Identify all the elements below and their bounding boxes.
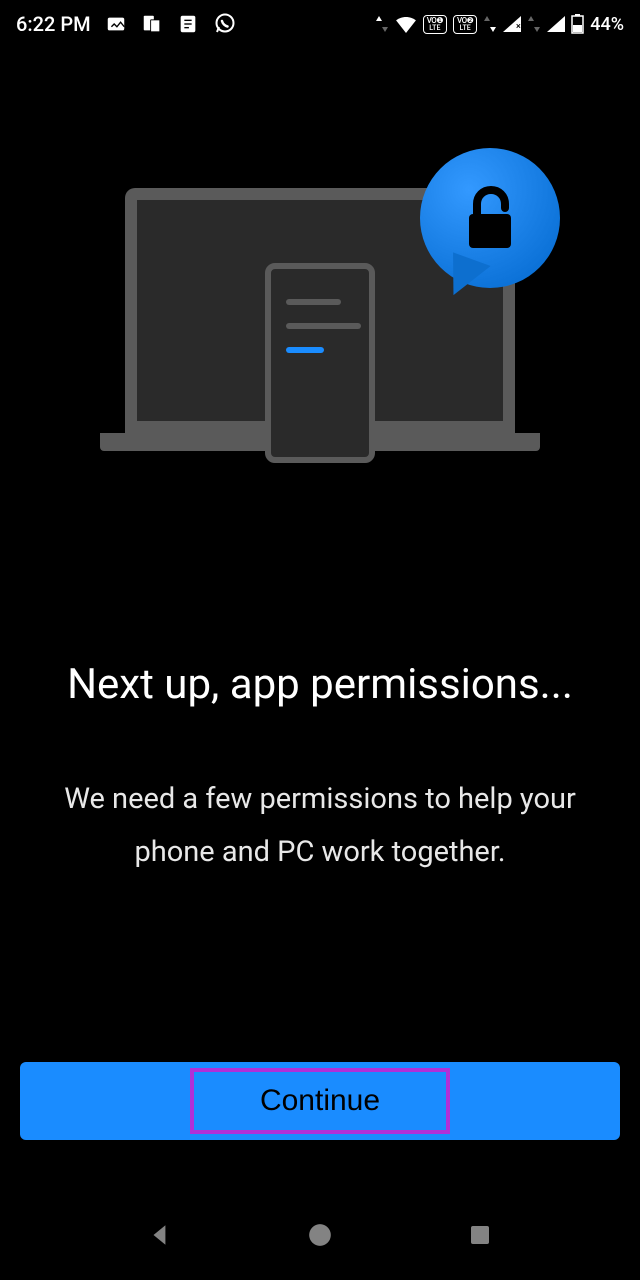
svg-text:×: × (516, 22, 521, 32)
continue-button-label: Continue (260, 1084, 380, 1118)
wifi-icon (395, 15, 417, 33)
signal1-icon: × (503, 16, 521, 32)
volte1-icon: VO❶LTE (423, 15, 447, 34)
battery-icon (571, 14, 584, 34)
data-arrows-icon (375, 16, 389, 32)
nav-recent-button[interactable] (462, 1217, 498, 1253)
volte2-icon: VO❷LTE (453, 15, 477, 34)
page-title: Next up, app permissions... (50, 658, 590, 713)
screenshot-icon (141, 13, 163, 35)
status-right: VO❶LTE VO❷LTE × 44% (375, 14, 624, 35)
whatsapp-icon (213, 12, 237, 36)
battery-percentage: 44% (590, 14, 624, 35)
status-left: 6:22 PM (16, 12, 237, 36)
navigation-bar (0, 1190, 640, 1280)
data-arrows2-icon (483, 16, 497, 32)
signal2-icon (547, 16, 565, 32)
phone-graphic (265, 263, 375, 463)
nav-home-button[interactable] (302, 1217, 338, 1253)
status-time: 6:22 PM (16, 12, 91, 36)
permissions-illustration (100, 148, 540, 508)
lock-speech-bubble (420, 148, 560, 288)
continue-button[interactable]: Continue (20, 1062, 620, 1140)
data-arrows3-icon (527, 16, 541, 32)
status-bar: 6:22 PM VO❶LTE VO❷LTE × (0, 0, 640, 48)
image-icon (105, 13, 127, 35)
unlock-icon (463, 186, 518, 251)
nav-back-button[interactable] (142, 1217, 178, 1253)
content-section: Next up, app permissions... We need a fe… (0, 658, 640, 880)
document-icon (177, 13, 199, 35)
page-description: We need a few permissions to help your p… (50, 773, 590, 880)
